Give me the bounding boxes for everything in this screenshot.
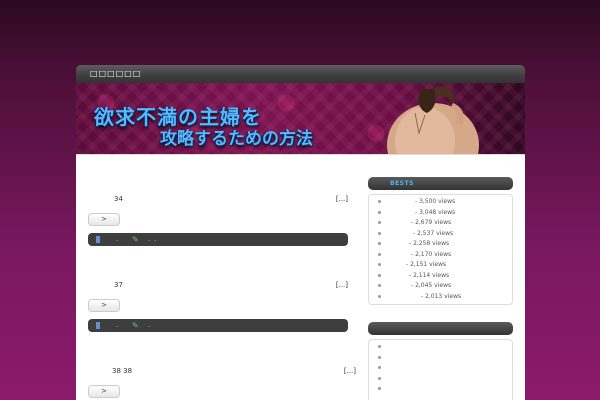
bullet-icon bbox=[378, 210, 381, 214]
read-more-link[interactable]: [...] bbox=[336, 195, 348, 203]
list-item[interactable] bbox=[369, 342, 512, 353]
sidebar: BESTS - 3,500 views - 3,048 views - 2,67… bbox=[368, 177, 513, 305]
post-meta: 37 bbox=[114, 281, 123, 289]
view-count: - 2,013 views bbox=[421, 292, 462, 300]
view-count: - 2,151 views bbox=[406, 261, 447, 268]
bullet-icon bbox=[378, 200, 381, 203]
bullet-icon bbox=[378, 221, 381, 224]
sidebar-widget-2 bbox=[368, 322, 513, 400]
widget-2-list bbox=[368, 339, 513, 400]
post-meta: 34 bbox=[114, 195, 123, 203]
list-item[interactable]: - 2,045 views bbox=[369, 281, 512, 292]
bullet-icon bbox=[378, 355, 381, 359]
view-count: - 2,045 views bbox=[411, 282, 452, 289]
bullet-icon bbox=[378, 252, 381, 256]
read-more-link[interactable]: [...] bbox=[336, 281, 348, 289]
category-link[interactable]: . bbox=[116, 319, 118, 332]
post-info-bar: . ✎ . . bbox=[88, 233, 348, 246]
category-link[interactable]: . bbox=[116, 233, 118, 246]
list-item[interactable]: - 2,537 views bbox=[369, 229, 512, 240]
category-icon bbox=[96, 322, 100, 329]
list-item[interactable]: - 2,679 views bbox=[369, 218, 512, 229]
tag-icon: ✎ bbox=[132, 321, 139, 330]
widget-2-title bbox=[368, 322, 513, 335]
site-title[interactable]: □□□□□□ bbox=[90, 69, 141, 78]
list-item[interactable]: - 2,114 views bbox=[369, 271, 512, 282]
header-bar: □□□□□□ bbox=[76, 65, 525, 83]
view-count: - 2,537 views bbox=[413, 229, 454, 237]
list-item[interactable] bbox=[369, 384, 512, 395]
read-more-link[interactable]: [...] bbox=[344, 367, 356, 375]
bullet-icon bbox=[378, 345, 381, 348]
tag-link-extra[interactable]: . bbox=[154, 233, 156, 246]
list-item[interactable]: - 2,151 views bbox=[369, 260, 512, 271]
bests-widget-title: BESTS bbox=[368, 177, 513, 190]
banner-woman-image bbox=[387, 86, 479, 154]
tag-link[interactable]: . bbox=[148, 233, 150, 246]
view-count: - 2,258 views bbox=[409, 240, 450, 247]
bullet-icon bbox=[378, 263, 381, 266]
view-count: - 2,114 views bbox=[409, 271, 450, 279]
view-count: - 3,500 views bbox=[415, 198, 456, 205]
main-content: 34 [...] > . ✎ . . 37 [...] > . ✎ . 38 3 bbox=[76, 154, 525, 400]
bullet-icon bbox=[378, 273, 381, 277]
list-item[interactable]: - 3,500 views bbox=[369, 197, 512, 208]
header-banner[interactable]: 欲求不満の主婦を 攻略するための方法 bbox=[76, 83, 525, 154]
bullet-icon bbox=[378, 231, 381, 235]
bullet-icon bbox=[378, 376, 381, 380]
continue-button[interactable]: > bbox=[88, 385, 120, 398]
tag-icon: ✎ bbox=[132, 235, 139, 244]
list-item[interactable]: - 3,048 views bbox=[369, 208, 512, 219]
bullet-icon bbox=[378, 242, 381, 245]
list-item[interactable]: - 2,013 views bbox=[369, 292, 512, 303]
list-item[interactable]: - 2,170 views bbox=[369, 250, 512, 261]
post-info-bar: . ✎ . bbox=[88, 319, 348, 332]
category-icon bbox=[96, 236, 100, 243]
view-count: - 3,048 views bbox=[415, 208, 456, 216]
list-item[interactable] bbox=[369, 374, 512, 385]
bests-list: - 3,500 views - 3,048 views - 2,679 view… bbox=[368, 194, 513, 305]
list-item[interactable] bbox=[369, 353, 512, 364]
continue-button[interactable]: > bbox=[88, 213, 120, 226]
list-item[interactable] bbox=[369, 363, 512, 374]
post-meta: 38 38 bbox=[112, 367, 133, 375]
continue-button[interactable]: > bbox=[88, 299, 120, 312]
view-count: - 2,679 views bbox=[411, 219, 452, 226]
bullet-icon bbox=[378, 366, 381, 369]
tag-link[interactable]: . bbox=[148, 319, 150, 332]
banner-title-line2: 攻略するための方法 bbox=[160, 129, 313, 149]
list-item[interactable]: - 2,258 views bbox=[369, 239, 512, 250]
view-count: - 2,170 views bbox=[411, 250, 452, 258]
bullet-icon bbox=[378, 387, 381, 390]
bullet-icon bbox=[378, 284, 381, 287]
bullet-icon bbox=[378, 294, 381, 298]
site-wrapper: □□□□□□ 欲求不満の主婦を 攻略するための方法 34 [...] > . ✎… bbox=[76, 65, 525, 400]
